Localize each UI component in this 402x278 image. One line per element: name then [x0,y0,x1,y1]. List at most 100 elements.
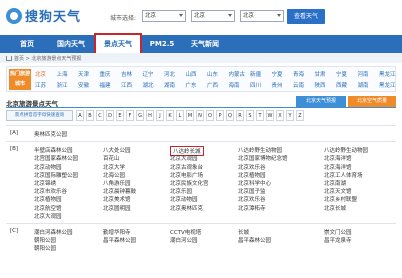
province-link[interactable]: 江苏 [35,81,46,89]
scenic-spot-link[interactable]: 百花山 [103,154,120,162]
scenic-spot-link[interactable]: 奥林匹克公园 [34,130,67,138]
scenic-spot-link[interactable]: 北京长城 [324,204,346,212]
scenic-spot-link[interactable]: 北京市欢乐谷 [34,187,67,195]
province-link[interactable]: 山东 [207,70,218,78]
province-link[interactable]: 安徽 [78,81,89,89]
alpha-key-w[interactable]: W [266,110,274,121]
scenic-spot-link[interactable]: 潮白河森林公园 [34,228,73,236]
province-link[interactable]: 福建 [100,81,111,89]
scenic-spot-link[interactable]: 北京晨钟暮鼓 [103,187,136,195]
alpha-key-n[interactable]: N [196,110,204,121]
scenic-spot-link[interactable]: 长城 [238,228,249,236]
scenic-spot-link[interactable]: 北京欢乐谷 [238,195,266,203]
scenic-spot-link[interactable]: 北京南湖 [324,179,346,187]
alpha-key-f[interactable]: F [126,110,134,121]
alpha-key-y[interactable]: Y [286,110,294,121]
alpha-key-o[interactable]: O [206,110,214,121]
scenic-spot-link[interactable]: CCTV电视塔 [170,228,201,236]
alpha-key-s[interactable]: S [246,110,254,121]
scenic-spot-link[interactable]: 北京欢乐谷 [238,163,266,171]
scenic-spot-link[interactable]: 北京海洋馆 [324,154,352,162]
alpha-key-q[interactable]: Q [226,110,234,121]
province-link[interactable]: 广东 [186,81,197,89]
scenic-spot-link[interactable]: 潮白河公园 [170,236,198,244]
province-link[interactable]: 黑龙江 [379,81,396,89]
scenic-spot-link[interactable]: 北京大观园 [170,154,198,162]
province-link[interactable]: 新疆 [250,70,261,78]
scenic-spot-link[interactable]: 北海公园 [103,171,125,179]
scenic-spot-link[interactable]: 半壁店森林公园 [34,146,73,154]
scenic-spot-link[interactable]: 八角游乐园 [103,179,131,187]
alpha-key-j[interactable]: J [156,110,164,121]
tab-weather-forecast[interactable]: 北京天气预报 [296,96,346,107]
nav-weather-news[interactable]: 天气新闻 [182,35,228,53]
scenic-spot-link[interactable]: 北京科学中心 [238,179,271,187]
province-link[interactable]: 河北 [164,70,175,78]
scenic-spot-link[interactable]: 北京圆明园 [103,204,131,212]
tab-air-quality[interactable]: 北京空气质量 [348,96,396,107]
scenic-spot-link[interactable]: 昌平森林公园 [238,236,271,244]
alpha-key-t[interactable]: T [256,110,264,121]
province-link[interactable]: 海南 [229,81,240,89]
scenic-spot-link[interactable]: 北京民族文化宫 [170,179,209,187]
scenic-spot-link[interactable]: 北京古观象台 [170,163,203,171]
province-link[interactable]: 四川 [250,81,261,89]
scenic-spot-link[interactable]: 北京植物园 [238,171,266,179]
province-link[interactable]: 天津 [78,70,89,78]
alpha-key-e[interactable]: E [116,110,124,121]
province-link[interactable]: 上海 [57,70,68,78]
province-link[interactable]: 云南 [293,81,304,89]
scenic-spot-link[interactable]: 勤增华阳寺 [103,228,131,236]
nav-domestic-weather[interactable]: 国内天气 [48,35,94,53]
province-link[interactable]: 北京 [35,70,46,78]
province-link[interactable]: 湖南 [358,81,369,89]
scenic-spot-link[interactable]: 北京国际雕塑公园 [34,171,78,179]
alpha-key-r[interactable]: R [236,110,244,121]
province-link[interactable]: 重庆 [100,70,111,78]
alpha-key-a[interactable]: A [76,110,84,121]
province-link[interactable]: 内蒙古 [229,70,246,78]
scenic-spot-link[interactable]: 北京大观园 [34,212,62,220]
province-link[interactable]: 宁夏 [336,70,347,78]
scenic-spot-link[interactable]: 北京奥林匹克 [170,204,203,212]
view-weather-button[interactable]: 查看天气 [287,9,325,24]
alpha-key-c[interactable]: C [96,110,104,121]
alpha-key-z[interactable]: Z [296,110,304,121]
scenic-spot-link[interactable]: 北京植物园 [34,195,62,203]
scenic-spot-link[interactable]: 北京海洋馆 [324,163,352,171]
alpha-key-k[interactable]: K [166,110,174,121]
province-link[interactable]: 宁夏 [272,70,283,78]
province-link[interactable]: 江西 [121,81,132,89]
scenic-spot-link[interactable]: 北京动物园 [170,195,198,203]
nav-home[interactable]: 首页 [8,35,46,53]
scenic-spot-link[interactable]: 北京国家博物纪念馆 [238,154,288,162]
province-link[interactable]: 河南 [358,70,369,78]
alpha-key-l[interactable]: L [176,110,184,121]
scenic-spot-link[interactable]: 朝阳公园 [34,244,56,252]
scenic-spot-link[interactable]: 北京乡村联盟 [324,195,357,203]
province-link[interactable]: 浙江 [57,81,68,89]
scenic-spot-link[interactable]: 北京美术馆 [103,195,131,203]
province-link[interactable]: 陕西 [315,81,326,89]
province-link[interactable]: 吉林 [121,70,132,78]
province-link[interactable]: 山西 [186,70,197,78]
province-link[interactable]: 辽宁 [143,70,154,78]
scenic-spot-link[interactable]: 八大处公园 [103,146,131,154]
alpha-key-h[interactable]: H [146,110,154,121]
province-select[interactable]: 北京 [142,10,186,22]
alpha-key-g[interactable]: G [136,110,144,121]
scenic-spot-link[interactable]: 北京天文馆 [324,187,352,195]
province-link[interactable]: 广西 [207,81,218,89]
province-link[interactable]: 湖南 [164,81,175,89]
alpha-key-x[interactable]: X [276,110,284,121]
scenic-spot-link[interactable]: 北京潭柘寺 [238,204,266,212]
province-link[interactable]: 黑龙江 [379,70,396,78]
alpha-key-p[interactable]: P [216,110,224,121]
scenic-spot-link[interactable]: 朝阳公园 [34,236,56,244]
scenic-spot-link[interactable]: 八达岭野生动物园 [324,146,368,154]
scenic-spot-link[interactable]: 北京锦绣 [34,179,56,187]
nav-scenic-weather[interactable]: 景点天气 [94,33,142,55]
scenic-spot-link[interactable]: 昌平森林公园 [103,236,136,244]
scenic-spot-link[interactable]: 崇文门公园 [324,228,352,236]
scenic-spot-link[interactable]: 北京工人体育场 [324,171,363,179]
